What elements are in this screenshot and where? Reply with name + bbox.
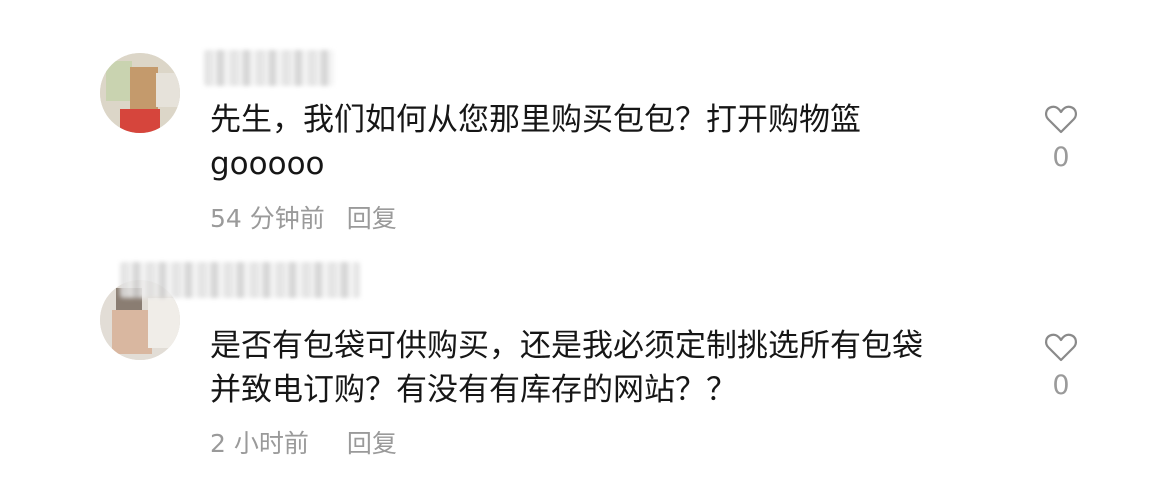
avatar[interactable] <box>100 53 180 133</box>
comment-text: 是否有包袋可供购买，还是我必须定制挑选所有包袋 并致电订购？有没有有库存的网站？… <box>210 324 923 412</box>
comment-meta: 54 分钟前 回复 <box>210 199 397 235</box>
like-count: 0 <box>1052 370 1070 401</box>
comment-time: 54 分钟前 <box>210 204 325 233</box>
reply-button[interactable]: 回复 <box>347 429 397 458</box>
heart-outline-icon[interactable] <box>1044 332 1078 362</box>
comment-text: 先生，我们如何从您那里购买包包？打开购物篮 gooooo <box>210 98 861 186</box>
username-blurred[interactable] <box>120 262 360 298</box>
comment-text-line: gooooo <box>210 146 325 182</box>
comment-meta: 2 小时前 回复 <box>210 424 397 460</box>
comment-text-line: 并致电订购？有没有有库存的网站？？ <box>210 372 737 408</box>
like-button[interactable]: 0 <box>1040 332 1082 401</box>
comment-item: 先生，我们如何从您那里购买包包？打开购物篮 gooooo 54 分钟前 回复 0 <box>0 0 1156 250</box>
reply-button[interactable]: 回复 <box>347 204 397 233</box>
comment-item: 是否有包袋可供购买，还是我必须定制挑选所有包袋 并致电订购？有没有有库存的网站？… <box>0 250 1156 482</box>
comment-time: 2 小时前 <box>210 429 309 458</box>
like-button[interactable]: 0 <box>1040 104 1082 173</box>
username-blurred[interactable] <box>204 50 334 86</box>
comment-text-line: 是否有包袋可供购买，还是我必须定制挑选所有包袋 <box>210 328 923 364</box>
heart-outline-icon[interactable] <box>1044 104 1078 134</box>
comment-text-line: 先生，我们如何从您那里购买包包？打开购物篮 <box>210 102 861 138</box>
like-count: 0 <box>1052 142 1070 173</box>
